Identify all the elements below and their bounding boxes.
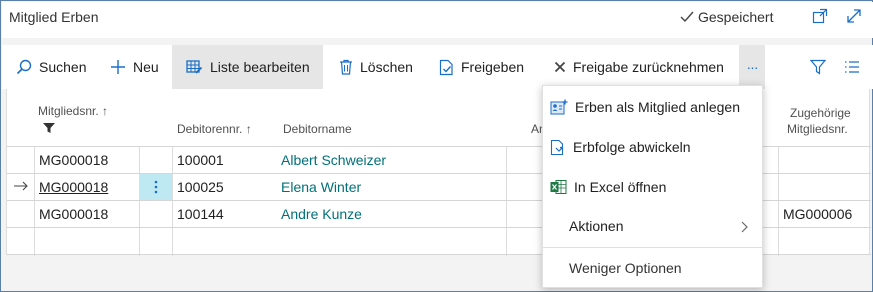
cell-debtor-name[interactable]: Albert Schweizer [277, 147, 386, 173]
close-icon [554, 61, 566, 73]
cell-member-no: MG000018 [39, 152, 109, 168]
revoke-release-button[interactable]: Freigabe zurücknehmen [554, 45, 724, 89]
checkmark-icon [680, 11, 694, 23]
action-bar: Suchen Neu Liste bearbeiten Löschen Frei… [2, 45, 873, 89]
add-member-icon [550, 99, 568, 115]
menu-item-label: In Excel öffnen [574, 179, 667, 195]
column-header-assoc-member-line2[interactable]: Mitgliedsnr. [787, 122, 848, 136]
release-button-label: Freigeben [461, 59, 525, 75]
expand-icon[interactable] [845, 7, 863, 25]
release-button[interactable]: Freigeben [439, 45, 524, 89]
column-header-debtor-name[interactable]: Debitorname [283, 122, 352, 136]
revoke-release-button-label: Freigabe zurücknehmen [573, 59, 724, 75]
menu-item-label: Weniger Optionen [569, 260, 682, 276]
cell-member-no[interactable]: MG000018 [35, 174, 108, 200]
column-header-debtor-no[interactable]: Debitorennr. ↑ [177, 122, 252, 136]
more-options-button[interactable]: ··· [739, 45, 765, 89]
edit-list-button[interactable]: Liste bearbeiten [172, 45, 323, 89]
chevron-right-icon [741, 221, 748, 233]
column-header-assoc-member-line1[interactable]: Zugehörige [790, 106, 851, 120]
search-button-label: Suchen [39, 59, 87, 75]
page-header: Mitglied Erben Gespeichert [2, 2, 873, 38]
cell-member-no: MG000018 [39, 206, 109, 222]
menu-item-fewer-options[interactable]: Weniger Optionen [543, 249, 762, 287]
cell-assoc-member-no: MG000006 [783, 206, 853, 222]
menu-item-actions[interactable]: Aktionen [543, 207, 762, 245]
cell-debtor-no: 100001 [177, 152, 224, 168]
save-status-label: Gespeichert [698, 9, 774, 25]
vertical-ellipsis-icon [154, 180, 158, 194]
trash-icon [340, 59, 352, 75]
release-document-icon [439, 59, 453, 75]
delete-button-label: Löschen [360, 59, 413, 75]
excel-icon [550, 180, 567, 194]
edit-list-icon [186, 60, 203, 74]
open-new-window-icon[interactable] [812, 8, 828, 24]
menu-item-label: Erben als Mitglied anlegen [575, 99, 740, 115]
menu-item-create-heirs-as-members[interactable]: Erben als Mitglied anlegen [543, 88, 762, 126]
list-view-icon[interactable] [844, 60, 860, 74]
filter-icon[interactable] [810, 59, 826, 75]
menu-divider [543, 247, 762, 248]
cell-debtor-no: 100025 [177, 179, 224, 195]
menu-item-process-succession[interactable]: Erbfolge abwickeln [543, 128, 762, 166]
row-pointer-arrow-icon [14, 181, 28, 191]
more-options-menu: Erben als Mitglied anlegen Erbfolge abwi… [542, 85, 763, 288]
delete-button[interactable]: Löschen [339, 45, 413, 89]
cell-debtor-name[interactable]: Elena Winter [277, 174, 361, 200]
menu-item-open-in-excel[interactable]: In Excel öffnen [543, 168, 762, 206]
cell-debtor-name[interactable]: Andre Kunze [277, 201, 362, 227]
search-icon [16, 59, 32, 75]
process-document-icon [550, 139, 564, 155]
more-options-icon: ··· [746, 59, 759, 75]
menu-item-label: Erbfolge abwickeln [573, 139, 691, 155]
edit-list-button-label: Liste bearbeiten [210, 59, 310, 75]
menu-item-label: Aktionen [569, 218, 624, 234]
column-header-member-no[interactable]: Mitgliedsnr. ↑ [38, 104, 108, 118]
new-button-label: Neu [133, 59, 159, 75]
cell-assoc-member-no [779, 147, 783, 173]
search-button[interactable]: Suchen [16, 45, 86, 89]
page-title: Mitglied Erben [9, 9, 99, 25]
page-frame: Mitglied Erben Gespeichert Suchen Neu Li… [0, 0, 873, 292]
cell-assoc-member-no [779, 174, 783, 200]
save-status: Gespeichert [680, 9, 773, 25]
plus-icon [111, 60, 125, 74]
new-button[interactable]: Neu [110, 45, 159, 89]
row-actions-button[interactable] [140, 174, 172, 200]
cell-debtor-no: 100144 [177, 206, 224, 222]
filter-active-icon [43, 123, 55, 133]
